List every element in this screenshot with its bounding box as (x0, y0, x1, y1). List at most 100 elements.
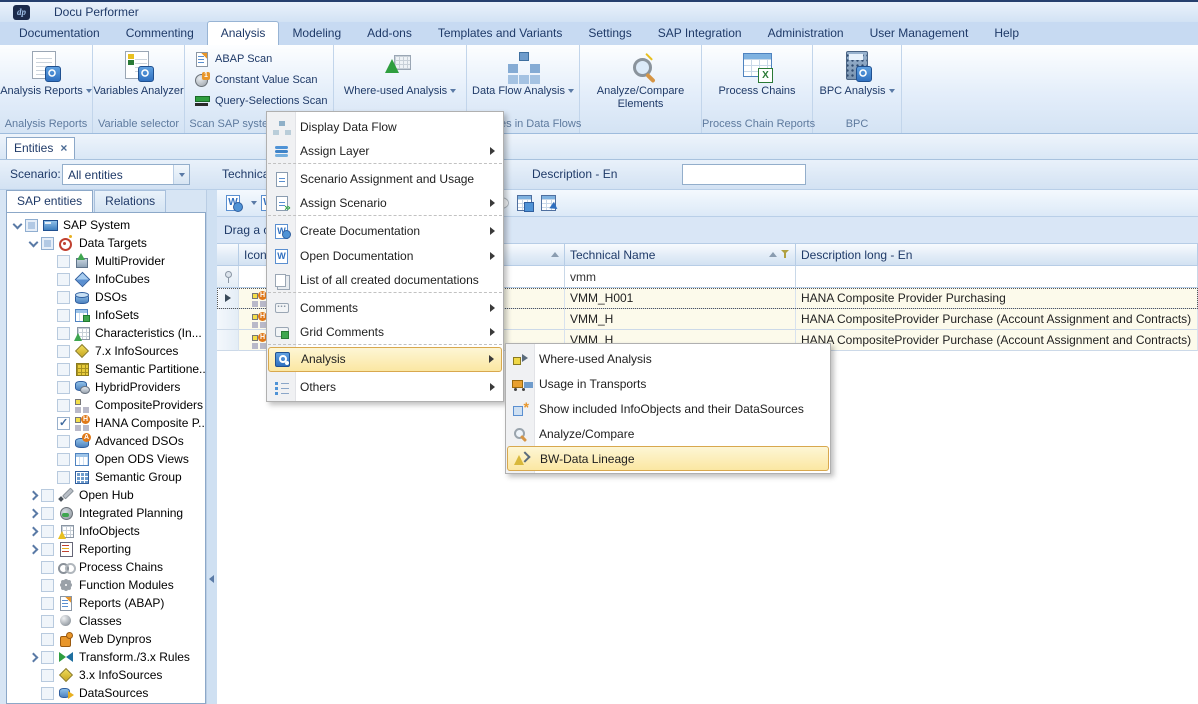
checkbox[interactable] (41, 561, 54, 574)
tab-add-ons[interactable]: Add-ons (354, 22, 425, 45)
expander-icon[interactable] (27, 684, 41, 702)
checkbox[interactable] (41, 669, 54, 682)
expander-icon[interactable] (27, 630, 41, 648)
analyze-compare-elements-button[interactable]: Analyze/Compare Elements (580, 50, 701, 111)
checkbox[interactable] (57, 399, 70, 412)
checkbox[interactable] (41, 525, 54, 538)
row-description-cell[interactable]: HANA CompositeProvider Purchase (Account… (796, 330, 1198, 351)
tree-item-dsos[interactable]: DSOs (7, 288, 205, 306)
abap-scan-button[interactable]: ABAP Scan (185, 48, 333, 69)
tab-commenting[interactable]: Commenting (113, 22, 207, 45)
checkbox[interactable] (41, 489, 54, 502)
expander-icon[interactable] (43, 252, 57, 270)
checkbox[interactable] (57, 363, 70, 376)
menu-item-list-of-all-created-documentations[interactable]: List of all created documentations (268, 268, 502, 293)
dropdown-arrow-icon[interactable] (246, 191, 257, 215)
checkbox[interactable] (25, 219, 38, 232)
menu-item-create-documentation[interactable]: Create Documentation (268, 218, 502, 243)
tree-item-multiprovider[interactable]: MultiProvider (7, 252, 205, 270)
tree-item-semantic-group[interactable]: Semantic Group (7, 468, 205, 486)
query-selections-scan-button[interactable]: Query-Selections Scan (185, 90, 333, 111)
tree-item-infoobjects[interactable]: InfoObjects (7, 522, 205, 540)
checkbox[interactable] (41, 687, 54, 700)
tab-sap-entities[interactable]: SAP entities (6, 190, 93, 212)
tab-user-management[interactable]: User Management (857, 22, 982, 45)
tree-item-reports-abap[interactable]: Reports (ABAP) (7, 594, 205, 612)
submenu-item-analyze-compare[interactable]: Analyze/Compare (507, 421, 829, 446)
expander-icon[interactable] (43, 396, 57, 414)
expander-icon[interactable] (27, 522, 41, 540)
expander-icon[interactable] (43, 270, 57, 288)
splitter[interactable] (206, 190, 217, 704)
checkbox[interactable] (41, 651, 54, 664)
expander-icon[interactable] (43, 432, 57, 450)
expander-icon[interactable] (43, 288, 57, 306)
menu-item-grid-comments[interactable]: Grid Comments (268, 320, 502, 345)
expander-icon[interactable] (43, 342, 57, 360)
checkbox[interactable] (57, 327, 70, 340)
variables-analyzer-button[interactable]: Variables Analyzer (93, 50, 184, 98)
tab-help[interactable]: Help (981, 22, 1032, 45)
description-filter-input[interactable] (682, 164, 806, 185)
tree-item-hana-composite-providers[interactable]: HANA Composite P... (7, 414, 205, 432)
checkbox[interactable] (57, 381, 70, 394)
tree-item-function-modules[interactable]: Function Modules (7, 576, 205, 594)
tab-analysis[interactable]: Analysis (207, 21, 280, 45)
tree-item-datasources[interactable]: DataSources (7, 684, 205, 702)
checkbox[interactable] (57, 255, 70, 268)
filter-cell-description[interactable] (796, 266, 1198, 288)
checkbox[interactable] (57, 291, 70, 304)
expander-icon[interactable] (27, 486, 41, 504)
tree-item-reporting[interactable]: Reporting (7, 540, 205, 558)
tree-item-web-dynpros[interactable]: Web Dynpros (7, 630, 205, 648)
expander-icon[interactable] (27, 234, 41, 252)
scenario-combo[interactable]: All entities (62, 164, 190, 185)
expander-icon[interactable] (43, 414, 57, 432)
checkbox[interactable] (57, 309, 70, 322)
expander-icon[interactable] (27, 576, 41, 594)
tab-sap-integration[interactable]: SAP Integration (645, 22, 755, 45)
checkbox[interactable] (41, 597, 54, 610)
expander-icon[interactable] (27, 558, 41, 576)
tree-item-advanced-dsos[interactable]: Advanced DSOs (7, 432, 205, 450)
tab-administration[interactable]: Administration (755, 22, 857, 45)
row-selector-cell[interactable] (217, 309, 239, 330)
expander-icon[interactable] (11, 216, 25, 234)
submenu-item-bw-data-lineage[interactable]: BW-Data Lineage (507, 446, 829, 471)
checkbox[interactable] (57, 435, 70, 448)
bpc-analysis-button[interactable]: BPC Analysis (813, 50, 901, 98)
expander-icon[interactable] (27, 594, 41, 612)
row-technical-name-cell[interactable]: VMM_H001 (565, 288, 796, 309)
tree-item-hybridproviders[interactable]: HybridProviders (7, 378, 205, 396)
tree-item-infocubes[interactable]: InfoCubes (7, 270, 205, 288)
expander-icon[interactable] (27, 666, 41, 684)
expander-icon[interactable] (43, 306, 57, 324)
row-description-cell[interactable]: HANA CompositeProvider Purchase (Account… (796, 309, 1198, 330)
tree-item-transform-3x-rules[interactable]: Transform./3.x Rules (7, 648, 205, 666)
checkbox[interactable] (41, 579, 54, 592)
expander-icon[interactable] (27, 504, 41, 522)
checkbox[interactable] (41, 543, 54, 556)
process-chains-button[interactable]: Process Chains (702, 50, 812, 98)
expander-icon[interactable] (43, 378, 57, 396)
where-used-analysis-button[interactable]: Where-used Analysis (334, 50, 466, 98)
expander-icon[interactable] (27, 612, 41, 630)
tree-item-integrated-planning[interactable]: Integrated Planning (7, 504, 205, 522)
row-selector-cell[interactable] (217, 288, 239, 309)
checkbox[interactable] (57, 345, 70, 358)
close-tab-icon[interactable]: × (60, 143, 67, 153)
checkbox[interactable] (41, 615, 54, 628)
tree-item-data-targets[interactable]: Data Targets (7, 234, 205, 252)
column-header-description[interactable]: Description long - En (796, 244, 1198, 266)
column-header-technical-name[interactable]: Technical Name (565, 244, 796, 266)
menu-item-scenario-assignment-and-usage[interactable]: Scenario Assignment and Usage (268, 166, 502, 191)
menu-item-comments[interactable]: Comments (268, 295, 502, 320)
checkbox[interactable] (57, 471, 70, 484)
expander-icon[interactable] (43, 468, 57, 486)
menu-item-assign-scenario[interactable]: Assign Scenario (268, 191, 502, 216)
tree-item-sap-system[interactable]: SAP System (7, 216, 205, 234)
menu-item-analysis[interactable]: Analysis (268, 347, 502, 372)
create-word-documentation-icon[interactable] (222, 191, 246, 215)
chevron-down-icon[interactable] (173, 165, 189, 184)
expander-icon[interactable] (43, 360, 57, 378)
